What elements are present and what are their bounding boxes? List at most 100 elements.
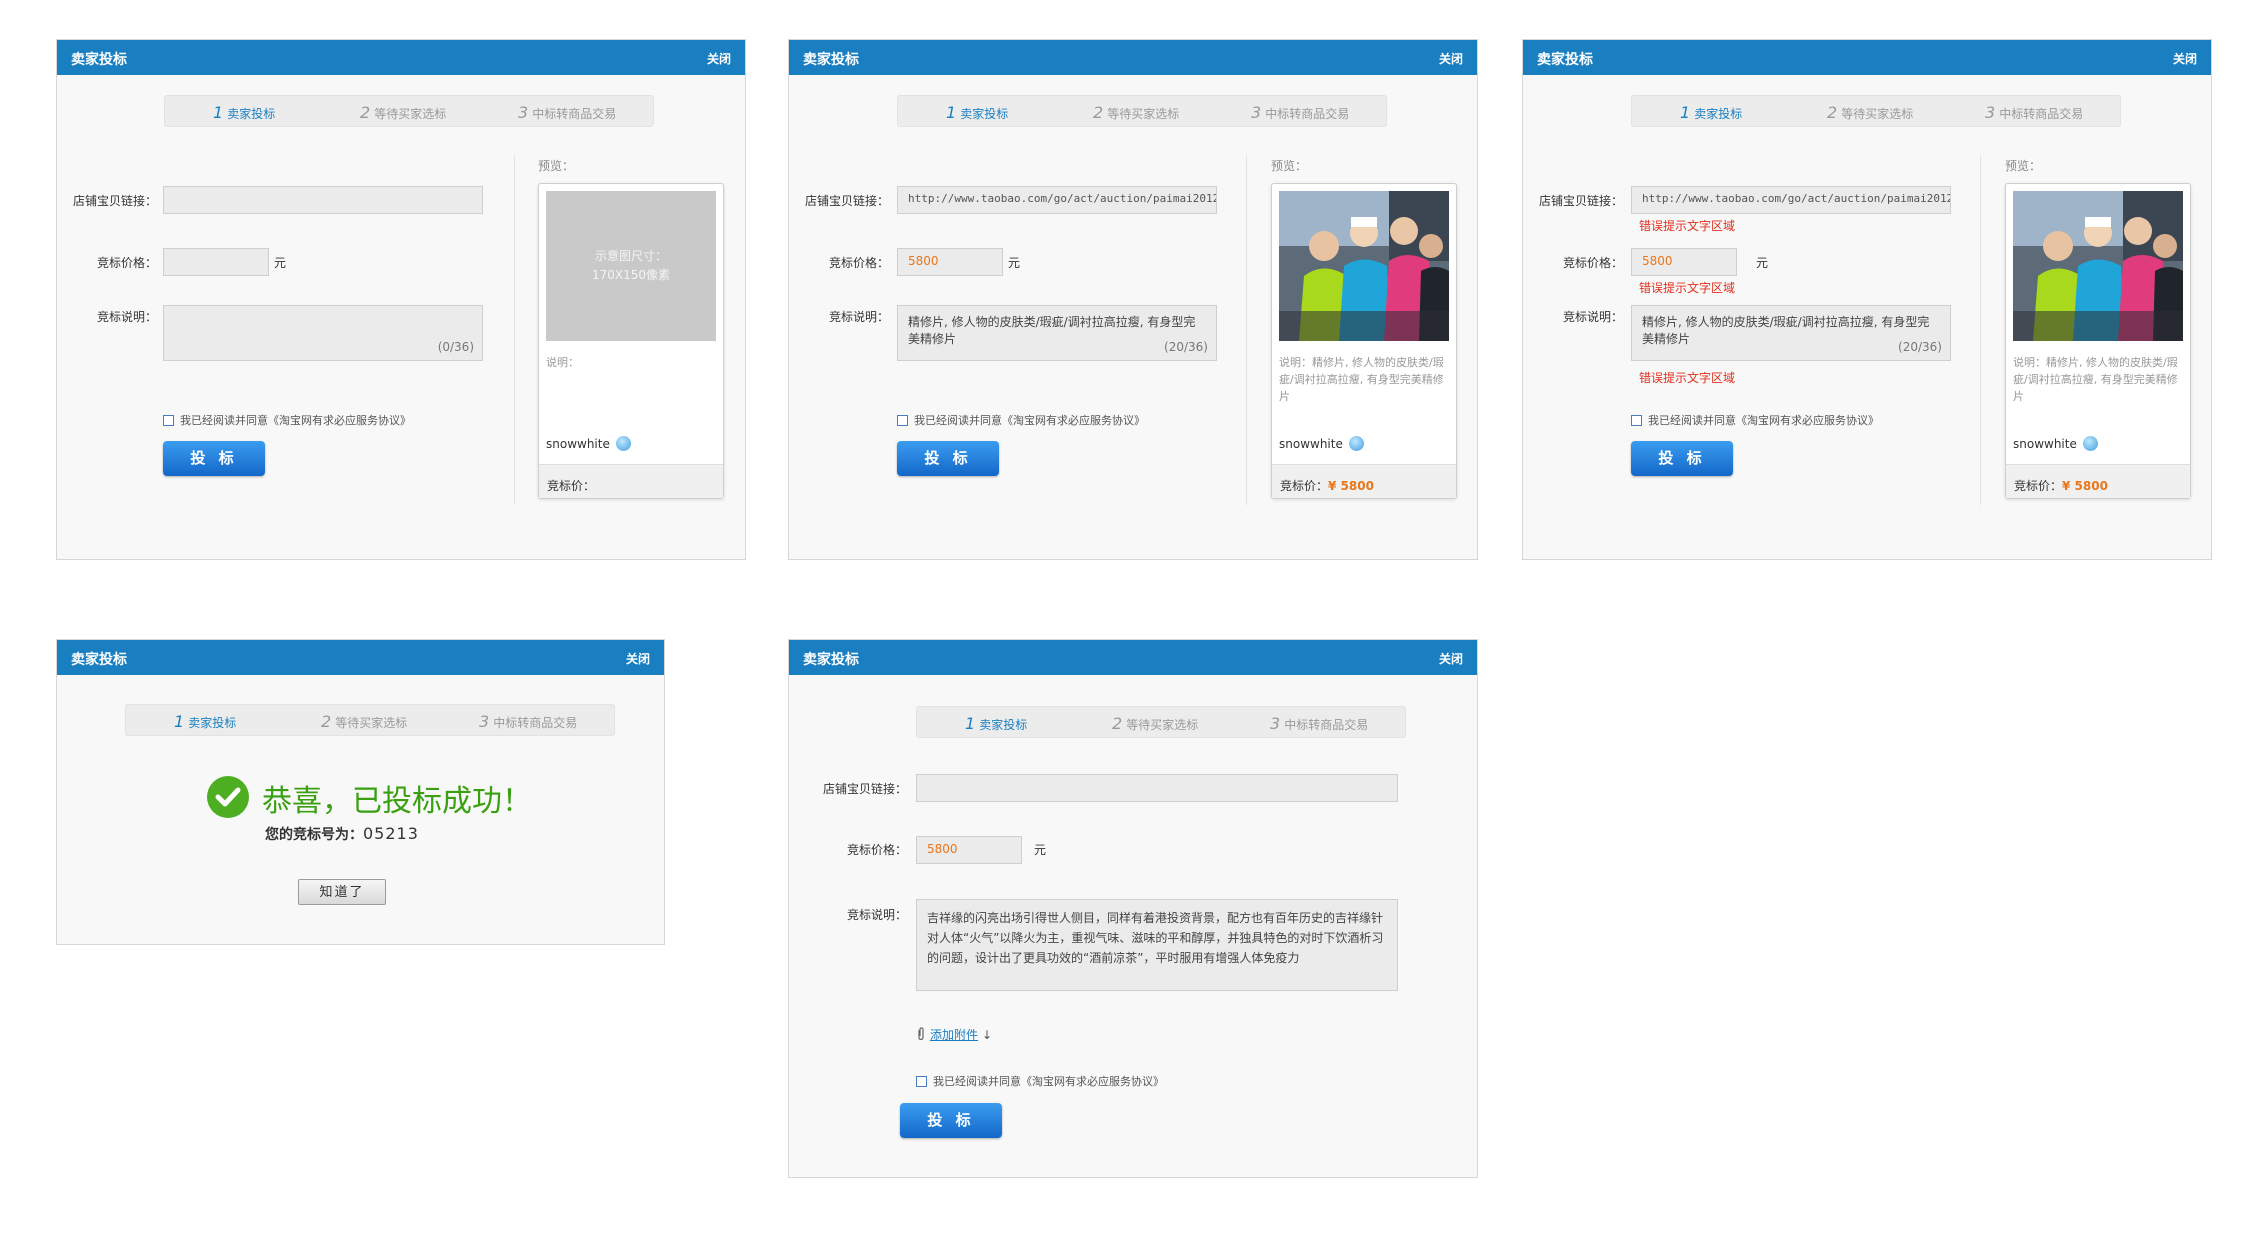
char-count: (20/36) [1164, 340, 1208, 354]
preview-desc: 说明：精修片, 修人物的皮肤类/瑕疵/调衬拉高拉瘦, 有身型完美精修片 [1279, 356, 1444, 403]
desc-error: 错误提示文字区域 [1639, 371, 1736, 385]
dialog-titlebar: 卖家投标 关闭 [57, 40, 745, 75]
link-input[interactable]: http://www.taobao.com/go/act/auction/pai… [897, 186, 1217, 214]
dialog-title: 卖家投标 [803, 52, 859, 68]
agree-checkbox[interactable]: 我已经阅读并同意《淘宝网有求必应服务协议》 [916, 1073, 1164, 1089]
success-check-icon [207, 776, 249, 818]
step-2: 2 等待买家选标 [1112, 714, 1199, 733]
close-button[interactable]: 关闭 [707, 50, 731, 67]
submit-bid-button[interactable]: 投 标 [163, 441, 265, 476]
close-button[interactable]: 关闭 [626, 650, 650, 667]
step-indicator: 1 卖家投标 2 等待买家选标 3 中标转商品交易 [125, 704, 615, 736]
price-label: 竞标价格： [847, 843, 908, 857]
dialog-title: 卖家投标 [803, 652, 859, 668]
close-button[interactable]: 关闭 [1439, 650, 1463, 667]
desc-label: 竞标说明： [97, 310, 158, 324]
step-3: 3 中标转商品交易 [1270, 714, 1369, 733]
preview-label: 预览： [2005, 159, 2042, 173]
link-label: 店铺宝贝链接： [1539, 194, 1624, 208]
agree-checkbox[interactable]: 我已经阅读并同意《淘宝网有求必应服务协议》 [1631, 412, 1879, 428]
step-2: 2 等待买家选标 [321, 712, 408, 731]
dialog-titlebar: 卖家投标 关闭 [789, 40, 1477, 75]
dialog-titlebar: 卖家投标 关闭 [789, 640, 1477, 675]
step-1: 1 卖家投标 [174, 712, 237, 731]
close-button[interactable]: 关闭 [2173, 50, 2197, 67]
image-placeholder: 示意图尺寸： 170X150像素 [546, 191, 716, 341]
price-input[interactable]: 5800 [897, 248, 1003, 276]
dialog-title: 卖家投标 [1537, 52, 1593, 68]
preview-user: snowwhite [2013, 436, 2098, 451]
submit-bid-button[interactable]: 投 标 [897, 441, 999, 476]
divider [1980, 155, 1981, 505]
bid-number: 您的竞标号为：05213 [265, 824, 419, 843]
step-indicator: 1 卖家投标 2 等待买家选标 3 中标转商品交易 [916, 706, 1406, 738]
bid-dialog-attach: 卖家投标 关闭 1 卖家投标 2 等待买家选标 3 中标转商品交易 店铺宝贝链接： 竞… [788, 639, 1478, 1178]
price-input[interactable] [163, 248, 269, 276]
price-label: 竞标价格： [829, 256, 890, 270]
step-1: 1 卖家投标 [946, 103, 1009, 122]
submit-bid-button[interactable]: 投 标 [900, 1103, 1002, 1138]
bid-dialog-success: 卖家投标 关闭 1 卖家投标 2 等待买家选标 3 中标转商品交易 恭喜，已投标成功！… [56, 639, 665, 945]
price-unit: 元 [1008, 256, 1021, 270]
step-indicator: 1 卖家投标 2 等待买家选标 3 中标转商品交易 [164, 95, 654, 127]
step-2: 2 等待买家选标 [1827, 103, 1914, 122]
price-label: 竞标价格： [97, 256, 158, 270]
bid-dialog-error: 卖家投标 关闭 1 卖家投标 2 等待买家选标 3 中标转商品交易 店铺宝贝链接： h… [1522, 39, 2212, 560]
link-input[interactable] [916, 774, 1398, 802]
step-2: 2 等待买家选标 [360, 103, 447, 122]
price-input[interactable]: 5800 [916, 836, 1022, 864]
link-input[interactable]: http://www.taobao.com/go/act/auction/pai… [1631, 186, 1951, 214]
bid-dialog-empty: 卖家投标 关闭 1 卖家投标 2 等待买家选标 3 中标转商品交易 店铺宝贝链接： 竞… [56, 39, 746, 560]
price-unit: 元 [1034, 843, 1047, 857]
add-attachment[interactable]: 添加附件 ↓ [916, 1026, 992, 1043]
user-badge-icon [2082, 436, 2098, 451]
desc-textarea[interactable]: 精修片, 修人物的皮肤类/瑕疵/调衬拉高拉瘦, 有身型完美精修片 (20/36) [897, 305, 1217, 361]
price-label: 竞标价格： [1563, 256, 1624, 270]
checkbox-icon[interactable] [163, 415, 174, 426]
dialog-title: 卖家投标 [71, 52, 127, 68]
desc-label: 竞标说明： [1563, 310, 1624, 324]
preview-label: 预览： [1271, 159, 1308, 173]
desc-label: 竞标说明： [847, 908, 908, 922]
preview-card: 示意图尺寸： 170X150像素 说明： snowwhite 竞标价： [538, 183, 724, 499]
preview-desc: 说明： [546, 356, 579, 369]
step-3: 3 中标转商品交易 [479, 712, 578, 731]
link-input[interactable] [163, 186, 483, 214]
user-badge-icon [1348, 436, 1364, 451]
dialog-title: 卖家投标 [71, 652, 127, 668]
preview-user: snowwhite [546, 436, 631, 451]
checkbox-icon[interactable] [1631, 415, 1642, 426]
price-unit: 元 [274, 256, 287, 270]
bid-dialog-filled: 卖家投标 关闭 1 卖家投标 2 等待买家选标 3 中标转商品交易 店铺宝贝链接： h… [788, 39, 1478, 560]
preview-label: 预览： [538, 159, 575, 173]
step-2: 2 等待买家选标 [1093, 103, 1180, 122]
divider [1246, 155, 1247, 505]
paperclip-icon [918, 1027, 924, 1041]
preview-desc: 说明：精修片, 修人物的皮肤类/瑕疵/调衬拉高拉瘦, 有身型完美精修片 [2013, 356, 2178, 403]
preview-price: 竞标价： [539, 464, 723, 498]
price-error: 错误提示文字区域 [1639, 281, 1736, 295]
dialog-titlebar: 卖家投标 关闭 [57, 640, 664, 675]
submit-bid-button[interactable]: 投 标 [1631, 441, 1733, 476]
checkbox-icon[interactable] [916, 1076, 927, 1087]
desc-label: 竞标说明： [829, 310, 890, 324]
agree-checkbox[interactable]: 我已经阅读并同意《淘宝网有求必应服务协议》 [163, 412, 411, 428]
desc-textarea[interactable]: (0/36) [163, 305, 483, 361]
agree-checkbox[interactable]: 我已经阅读并同意《淘宝网有求必应服务协议》 [897, 412, 1145, 428]
step-1: 1 卖家投标 [965, 714, 1028, 733]
desc-textarea[interactable]: 吉祥缘的闪亮出场引得世人侧目，同样有着港投资背景，配方也有百年历史的吉祥缘针对人… [916, 899, 1398, 991]
user-badge-icon [615, 436, 631, 451]
checkbox-icon[interactable] [897, 415, 908, 426]
desc-textarea[interactable]: 精修片, 修人物的皮肤类/瑕疵/调衬拉高拉瘦, 有身型完美精修片 (20/36) [1631, 305, 1951, 361]
step-indicator: 1 卖家投标 2 等待买家选标 3 中标转商品交易 [897, 95, 1387, 127]
price-input[interactable]: 5800 [1631, 248, 1737, 276]
preview-price: 竞标价：¥ 5800 [2006, 464, 2190, 498]
close-button[interactable]: 关闭 [1439, 50, 1463, 67]
link-label: 店铺宝贝链接： [805, 194, 890, 208]
char-count: (0/36) [437, 340, 474, 354]
got-it-button[interactable]: 知道了 [298, 879, 386, 905]
char-count: (20/36) [1898, 340, 1942, 354]
link-error: 错误提示文字区域 [1639, 219, 1736, 233]
divider [514, 155, 515, 505]
step-1: 1 卖家投标 [1680, 103, 1743, 122]
